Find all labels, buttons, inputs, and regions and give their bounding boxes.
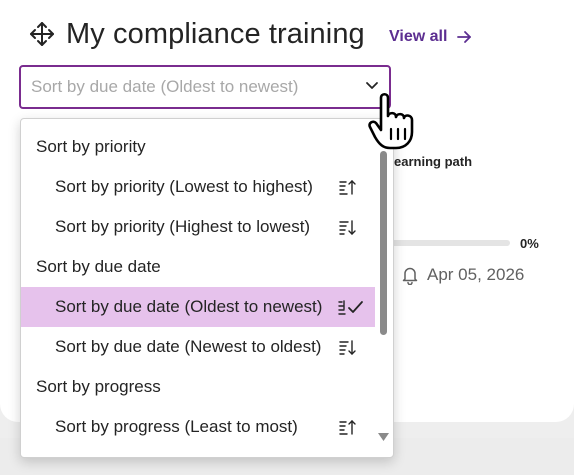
card-header: My compliance training — [28, 14, 365, 54]
dropdown-scrollbar[interactable] — [377, 151, 389, 457]
due-date-text: Apr 05, 2026 — [427, 265, 525, 284]
hand-pointer-cursor-icon — [368, 92, 414, 150]
sort-descending-icon — [339, 340, 356, 355]
group-label-due-date: Sort by due date — [36, 257, 161, 276]
view-all-link[interactable]: View all — [389, 28, 472, 46]
group-label-progress: Sort by progress — [36, 377, 161, 396]
sort-select-value: Sort by due date (Oldest to newest) — [31, 77, 299, 96]
scrollbar-thumb[interactable] — [380, 151, 387, 335]
due-date: Apr 05, 2026 — [401, 265, 524, 285]
option-priority-highest-to-lowest[interactable]: Sort by priority (Highest to lowest) — [21, 207, 375, 247]
sort-select[interactable]: Sort by due date (Oldest to newest) — [19, 65, 391, 109]
option-progress-least-to-most[interactable]: Sort by progress (Least to most) — [21, 407, 375, 447]
scroll-down-arrow-icon[interactable] — [378, 433, 389, 441]
progress-bar — [386, 240, 510, 246]
learning-path-label: earning path — [394, 154, 473, 169]
bell-icon — [402, 267, 418, 285]
move-icon[interactable] — [28, 20, 56, 48]
view-all-label: View all — [389, 28, 448, 45]
option-priority-lowest-to-highest[interactable]: Sort by priority (Lowest to highest) — [21, 167, 375, 207]
group-label-priority: Sort by priority — [36, 137, 146, 156]
option-due-date-oldest-to-newest[interactable]: Sort by due date (Oldest to newest) — [21, 287, 375, 327]
page-title: My compliance training — [66, 17, 365, 50]
sort-descending-icon — [339, 220, 356, 235]
sort-ascending-icon — [339, 180, 356, 195]
sort-ascending-checked-icon — [338, 300, 363, 315]
sort-dropdown-menu: Sort by priority Sort by priority (Lowes… — [20, 118, 394, 458]
progress-percent: 0% — [520, 236, 539, 251]
arrow-right-icon — [457, 31, 472, 43]
sort-ascending-icon — [339, 420, 356, 435]
option-due-date-newest-to-oldest[interactable]: Sort by due date (Newest to oldest) — [21, 327, 375, 367]
